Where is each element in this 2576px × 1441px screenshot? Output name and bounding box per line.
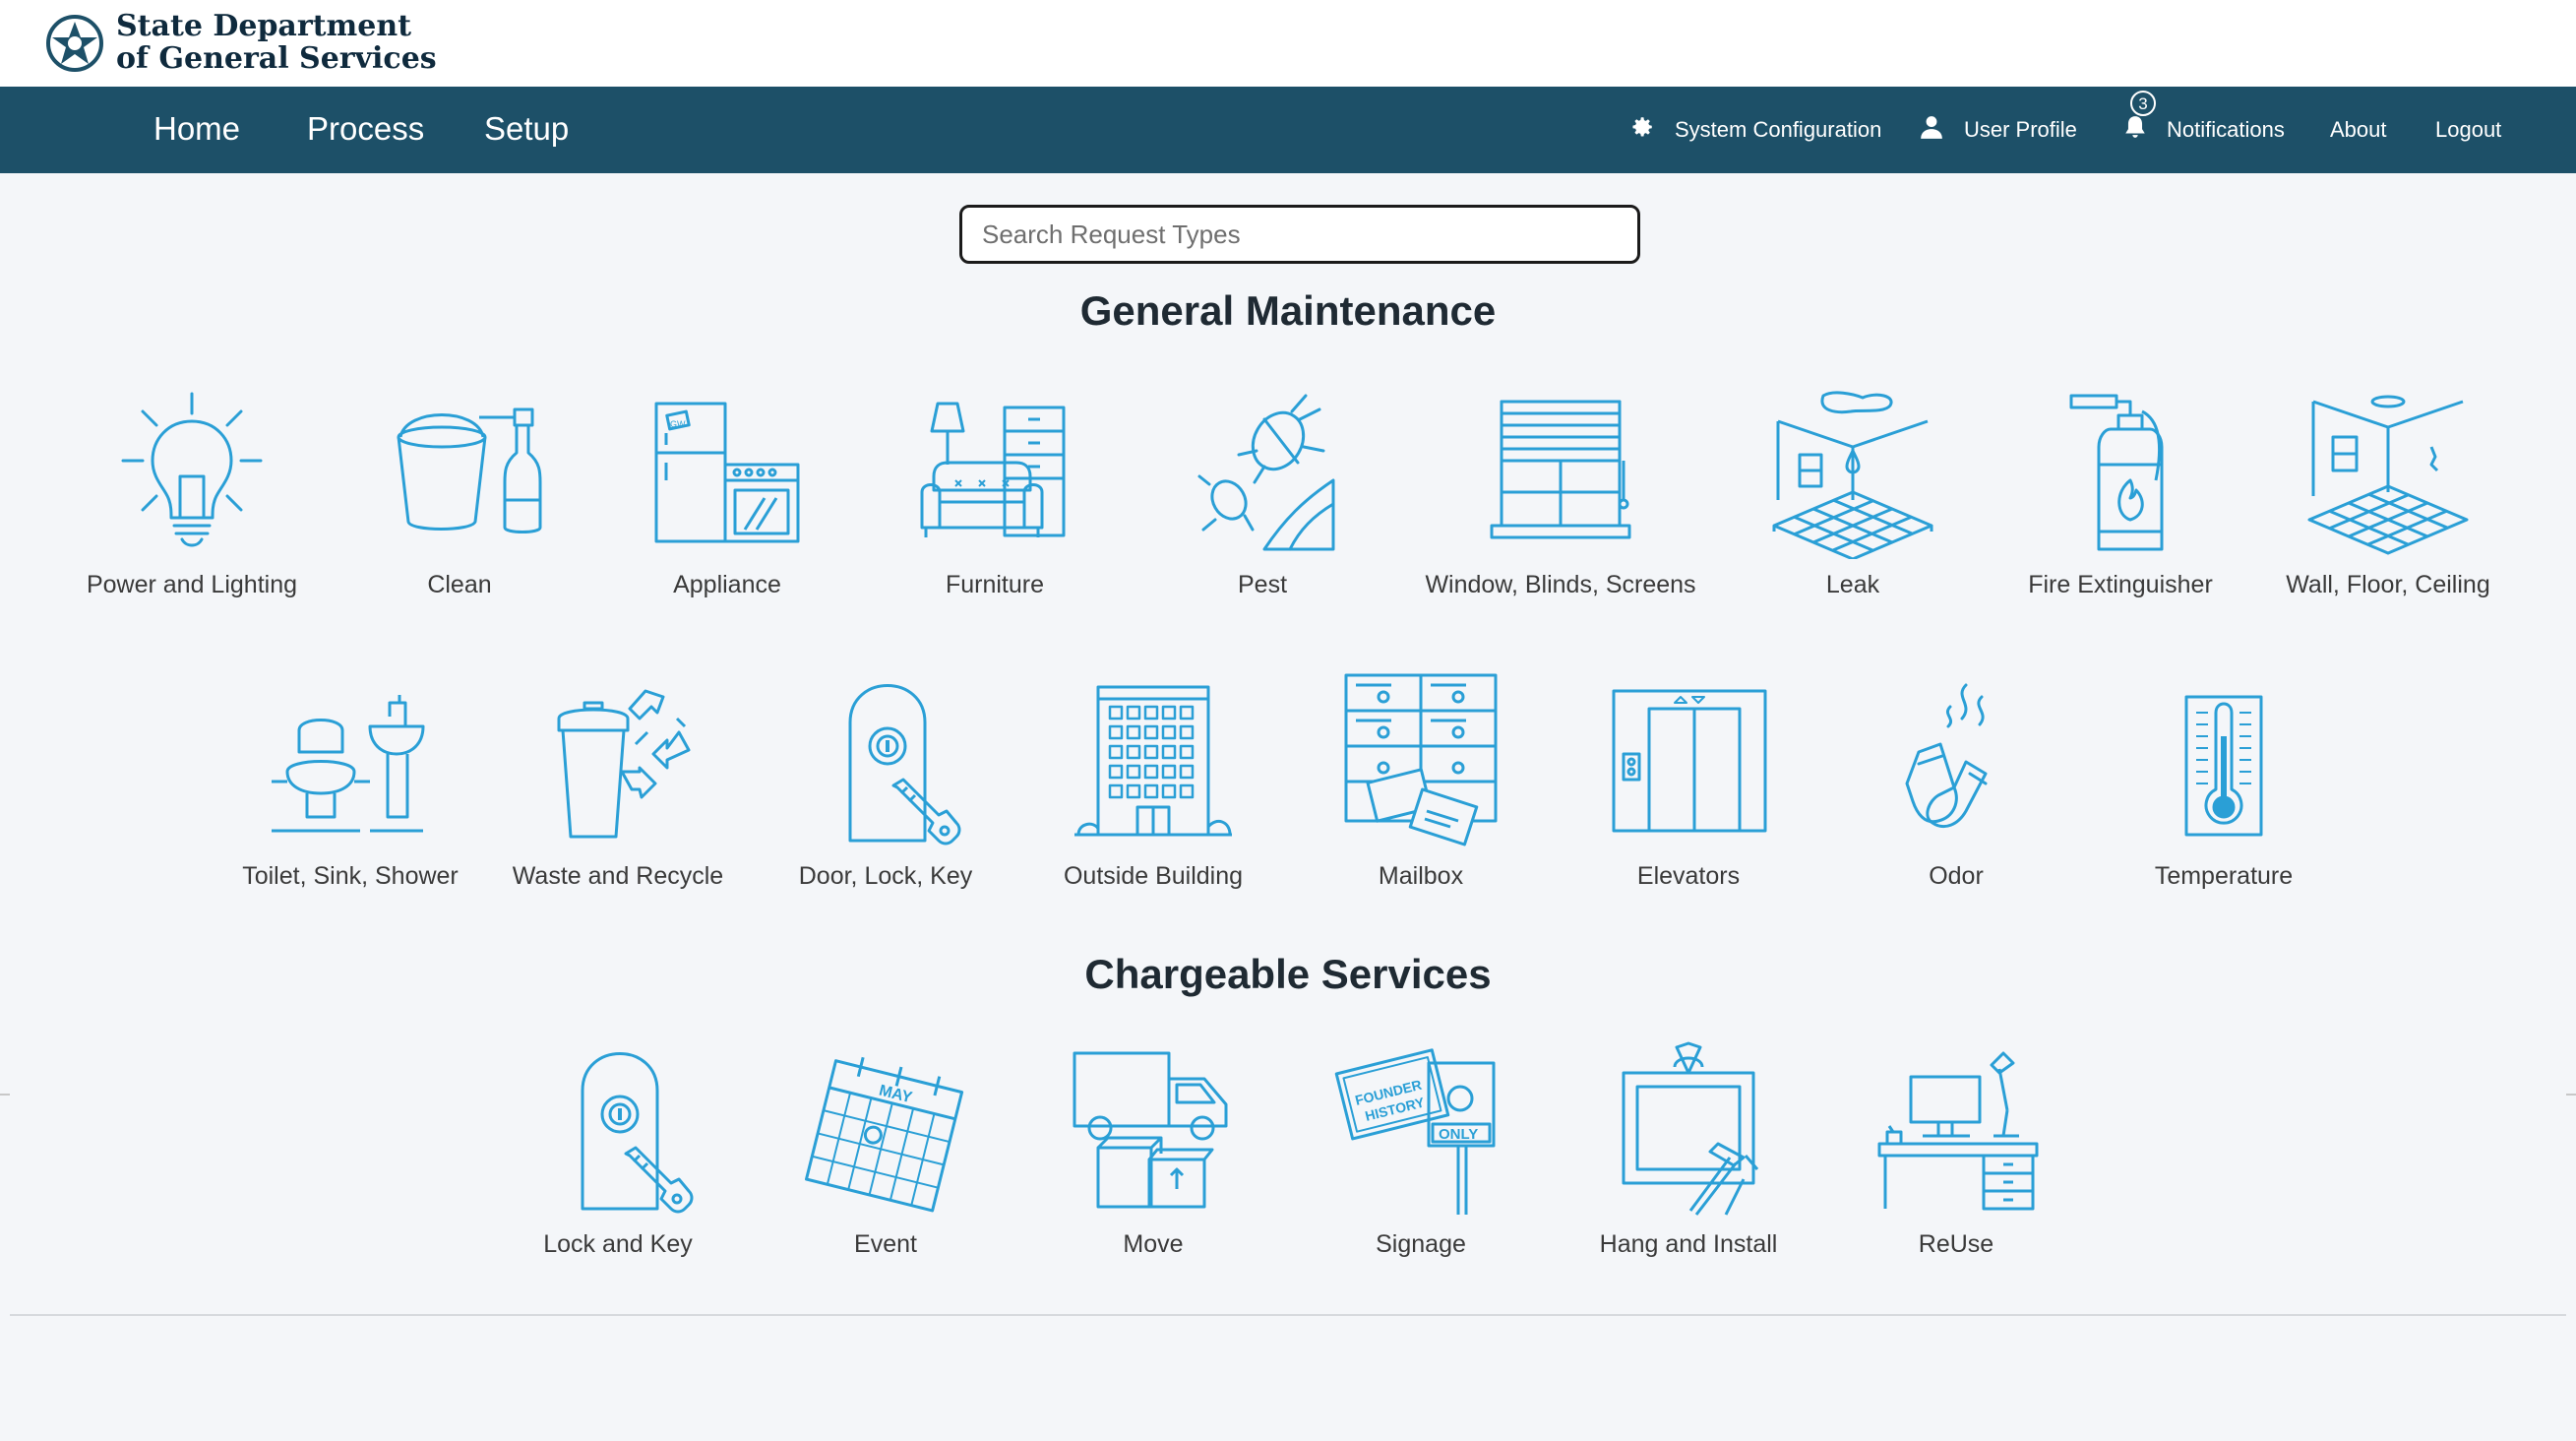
nav-user-profile[interactable]: User Profile [1964, 117, 2077, 143]
request-type-label: Appliance [673, 571, 781, 598]
trash-recycle-icon [557, 689, 691, 839]
bucket-spray-bottle-icon [397, 407, 542, 533]
request-type-power-and-lighting[interactable]: Power and Lighting [58, 382, 326, 599]
request-type-event[interactable]: MAY Event [752, 1041, 1019, 1259]
smelly-socks-icon [1905, 683, 1988, 828]
request-type-label: Leak [1825, 571, 1880, 598]
request-type-label: Window, Blinds, Screens [1425, 571, 1696, 598]
brand-header: State Department of General Services [0, 0, 2576, 87]
nav-system-configuration[interactable]: System Configuration [1675, 117, 1881, 143]
door-lock-key-icon [848, 684, 961, 846]
sofa-dresser-icon [920, 402, 1066, 537]
request-type-label: Mailbox [1378, 862, 1464, 890]
request-type-label: Outside Building [1063, 862, 1244, 890]
request-type-label: Elevators [1636, 862, 1741, 890]
top-nav: Home Process Setup System Configuration … [0, 87, 2576, 173]
light-bulb-icon [121, 392, 263, 547]
request-type-label: ReUse [1918, 1230, 1994, 1258]
request-type-outside-building[interactable]: Outside Building [1019, 673, 1287, 891]
user-icon [1921, 116, 1942, 139]
window-blinds-icon [1490, 400, 1631, 539]
request-type-furniture[interactable]: Furniture [861, 382, 1129, 599]
request-type-label: Lock and Key [543, 1230, 693, 1258]
nav-home[interactable]: Home [153, 110, 240, 148]
content-divider [10, 1314, 2566, 1316]
office-building-icon [1074, 685, 1232, 837]
request-type-temperature[interactable]: Temperature [2090, 673, 2358, 891]
request-type-label: Door, Lock, Key [798, 862, 973, 890]
request-type-label: Event [854, 1230, 917, 1258]
request-type-label: Waste and Recycle [512, 862, 724, 890]
section-title-chargeable-services: Chargeable Services [1084, 951, 1492, 997]
request-type-label: Toilet, Sink, Shower [242, 862, 459, 890]
request-type-fire-extinguisher[interactable]: Fire Extinguisher [1987, 382, 2254, 599]
request-type-reuse[interactable]: ReUse [1822, 1041, 2090, 1259]
request-type-label: Hang and Install [1599, 1230, 1778, 1258]
request-type-leak[interactable]: Leak [1719, 382, 1987, 599]
notification-count-badge: 3 [2130, 91, 2156, 116]
calendar-month-label: MAY [877, 1082, 914, 1106]
fire-extinguisher-icon [2069, 394, 2164, 551]
state-seal-icon [46, 15, 103, 72]
request-type-label: Wall, Floor, Ceiling [2286, 571, 2490, 598]
brand-line-2: of General Services [116, 41, 437, 76]
request-type-toilet-sink-shower[interactable]: Toilet, Sink, Shower [216, 673, 484, 891]
request-type-pest[interactable]: Pest [1129, 382, 1396, 599]
request-type-label: Furniture [945, 571, 1045, 598]
appliance-magnet-label: GW [670, 419, 686, 429]
calendar-icon: MAY [805, 1056, 964, 1213]
section-title-general-maintenance: General Maintenance [1079, 287, 1497, 334]
request-type-label: Clean [427, 571, 492, 598]
elevator-doors-icon [1612, 689, 1767, 833]
desk-computer-icon [1877, 1051, 2039, 1211]
request-type-window-blinds-screens[interactable]: Window, Blinds, Screens [1396, 382, 1725, 599]
nav-notifications[interactable]: Notifications [2167, 117, 2285, 143]
nav-logout[interactable]: Logout [2435, 117, 2501, 143]
request-type-odor[interactable]: Odor [1822, 673, 2090, 891]
request-type-label: Move [1123, 1230, 1184, 1258]
beetle-bug-icon [1197, 394, 1335, 551]
request-type-label: Power and Lighting [86, 571, 298, 598]
room-corner-icon [2307, 395, 2469, 555]
request-type-clean[interactable]: Clean [326, 382, 593, 599]
signage-only-label: ONLY [1439, 1126, 1478, 1143]
left-edge-marker [0, 1094, 10, 1096]
thermometer-icon [2184, 695, 2263, 837]
request-type-mailbox[interactable]: Mailbox [1287, 673, 1555, 891]
request-type-hang-and-install[interactable]: Hang and Install [1555, 1041, 1822, 1259]
nav-setup[interactable]: Setup [484, 110, 569, 148]
request-type-label: Temperature [2154, 862, 2294, 890]
right-edge-marker [2566, 1094, 2576, 1096]
brand-name[interactable]: State Department of General Services [116, 10, 437, 75]
nav-process[interactable]: Process [307, 110, 424, 148]
leak-puddle-icon [1772, 391, 1933, 559]
bell-icon [2125, 116, 2145, 138]
request-type-wall-floor-ceiling[interactable]: Wall, Floor, Ceiling [2254, 382, 2522, 599]
request-type-label: Pest [1237, 571, 1288, 598]
request-type-elevators[interactable]: Elevators [1555, 673, 1822, 891]
nav-about[interactable]: About [2330, 117, 2387, 143]
request-type-lock-and-key[interactable]: Lock and Key [484, 1041, 752, 1259]
request-type-signage[interactable]: FOUNDER HISTORY ONLY Signage [1287, 1041, 1555, 1259]
moving-truck-boxes-icon [1073, 1051, 1228, 1209]
door-lock-key-icon [581, 1052, 694, 1214]
request-type-door-lock-key[interactable]: Door, Lock, Key [752, 673, 1019, 891]
request-type-appliance[interactable]: GW Appliance [593, 382, 861, 599]
request-type-label: Signage [1376, 1230, 1466, 1258]
gear-icon [1632, 117, 1652, 137]
toilet-sink-icon [272, 695, 425, 833]
request-type-label: Fire Extinguisher [2028, 571, 2213, 598]
brand-line-1: State Department [116, 9, 412, 43]
fridge-stove-icon: GW [654, 402, 800, 543]
picture-frame-hammer-icon [1622, 1041, 1759, 1216]
request-type-move[interactable]: Move [1019, 1041, 1287, 1259]
search-request-types-input[interactable] [959, 205, 1640, 264]
mailboxes-envelopes-icon [1344, 673, 1498, 846]
request-type-label: Odor [1929, 862, 1984, 890]
request-type-waste-and-recycle[interactable]: Waste and Recycle [484, 673, 752, 891]
signage-icon: FOUNDER HISTORY ONLY [1334, 1048, 1496, 1215]
